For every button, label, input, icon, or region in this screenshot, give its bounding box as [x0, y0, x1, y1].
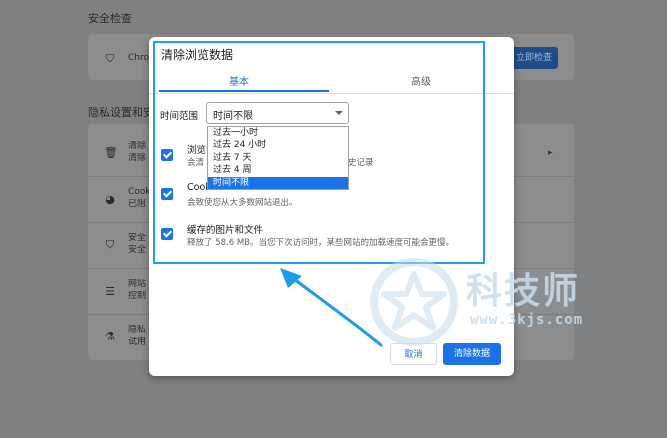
watermark-logo-icon [370, 258, 458, 346]
annotation-arrow [280, 268, 383, 347]
watermark-brand: 科技师 [466, 271, 581, 312]
watermark-url: www.3kjs.com [470, 312, 584, 328]
